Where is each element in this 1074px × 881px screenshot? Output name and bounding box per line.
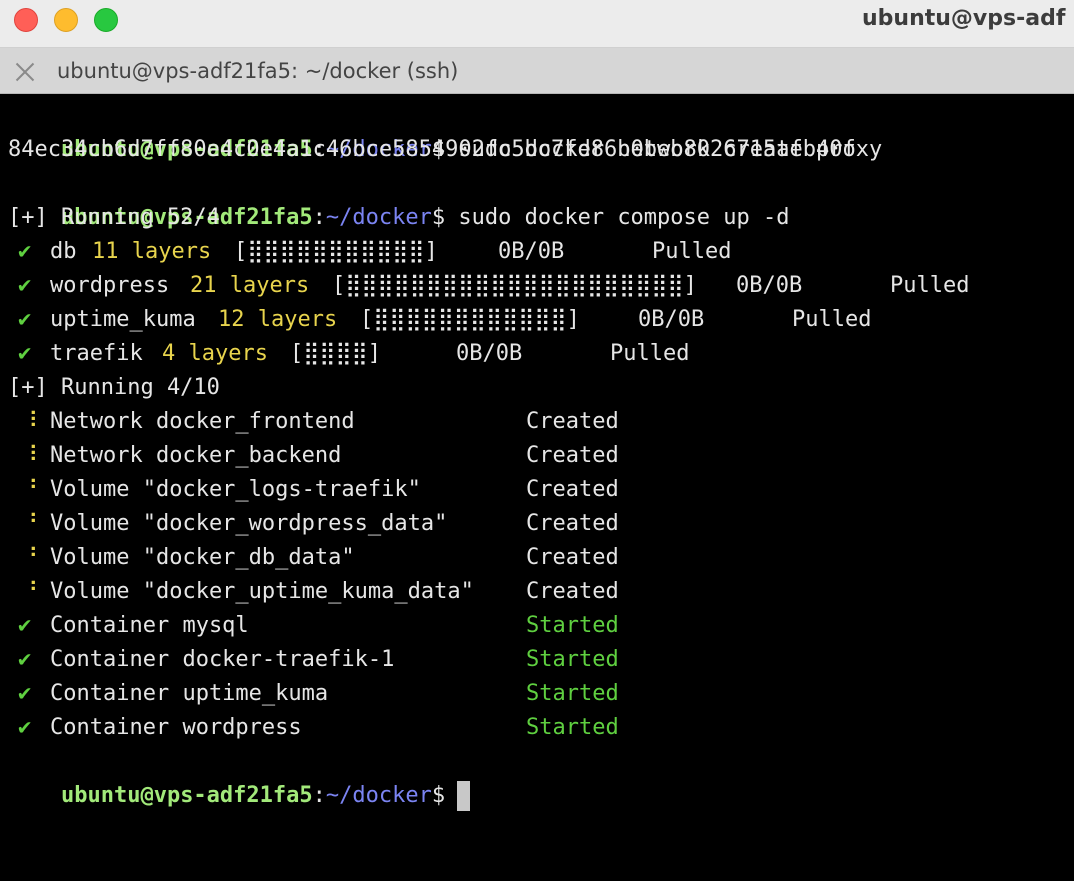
run-item-label: Volume "docker_logs-traefik" xyxy=(50,477,421,502)
pull-item-progress: [⣿⣿⣿⣿⣿⣿⣿⣿⣿⣿⣿⣿⣿⣿⣿⣿⣿⣿⣿⣿⣿] xyxy=(332,273,697,298)
run-item-label: Container uptime_kuma xyxy=(50,681,329,706)
run-item-label: Container docker-traefik-1 xyxy=(50,647,395,672)
pull-item-status: Pulled xyxy=(652,239,732,264)
pull-item-status: Pulled xyxy=(610,341,690,366)
window-title: ubuntu@vps-adf xyxy=(862,6,1066,31)
run-item-label: Volume "docker_uptime_kuma_data" xyxy=(50,579,474,604)
pull-header: [+] Running 52/4 xyxy=(8,205,220,230)
run-item: ✔ Container mysql Started xyxy=(8,609,1074,643)
tab-ssh-session[interactable]: ubuntu@vps-adf21fa5: ~/docker (ssh) xyxy=(57,59,458,83)
run-item: ⠘ Volume "docker_wordpress_data" Created xyxy=(8,507,1074,541)
title-bar: ubuntu@vps-adf xyxy=(0,0,1074,48)
pull-item-layers: 11 layers xyxy=(92,239,212,264)
run-header: [+] Running 4/10 xyxy=(8,375,220,400)
run-item-label: Container wordpress xyxy=(50,715,302,740)
run-item: ✔ Container uptime_kuma Started xyxy=(8,677,1074,711)
spinner-icon: ⠸ xyxy=(22,443,39,468)
run-item-status: Created xyxy=(526,579,619,604)
terminal-output[interactable]: ubuntu@vps-adf21fa5:~/docker$ sudo docke… xyxy=(8,99,1074,830)
spinner-icon: ⠘ xyxy=(22,545,39,570)
pull-item-layers: 21 layers xyxy=(190,273,310,298)
run-item: ⠸ Network docker_backend Created xyxy=(8,439,1074,473)
run-item-label: Network docker_backend xyxy=(50,443,342,468)
spinner-icon: ⠘ xyxy=(22,579,39,604)
run-item-label: Volume "docker_db_data" xyxy=(50,545,355,570)
check-icon: ✔ xyxy=(18,613,32,638)
pull-item-progress: [⣿⣿⣿⣿] xyxy=(290,341,381,366)
pull-item-size: 0B/0B xyxy=(638,307,705,332)
spinner-icon: ⠘ xyxy=(22,477,39,502)
check-icon: ✔ xyxy=(18,307,32,332)
pull-item-layers: 4 layers xyxy=(162,341,268,366)
pull-item-size: 0B/0B xyxy=(456,341,523,366)
run-item-status: Created xyxy=(526,443,619,468)
run-item-label: Network docker_frontend xyxy=(50,409,355,434)
pull-item-progress: [⣿⣿⣿⣿⣿⣿⣿⣿⣿⣿⣿⣿] xyxy=(360,307,580,332)
run-item: ⠸ Network docker_frontend Created xyxy=(8,405,1074,439)
zoom-window-button[interactable] xyxy=(94,8,118,32)
pull-item-name: db xyxy=(50,239,77,264)
minimize-window-button[interactable] xyxy=(54,8,78,32)
check-icon: ✔ xyxy=(18,647,32,672)
run-item-status: Created xyxy=(526,545,619,570)
prompt-line: ubuntu@vps-adf21fa5:~/docker$ sudo docke… xyxy=(60,205,790,230)
run-item-status: Started xyxy=(526,681,619,706)
terminal-cursor[interactable] xyxy=(457,781,471,811)
pull-item: ✔ uptime_kuma 12 layers [⣿⣿⣿⣿⣿⣿⣿⣿⣿⣿⣿⣿] 0… xyxy=(8,303,1074,337)
pull-item: ✔ wordpress 21 layers [⣿⣿⣿⣿⣿⣿⣿⣿⣿⣿⣿⣿⣿⣿⣿⣿⣿… xyxy=(8,269,1074,303)
spinner-icon: ⠸ xyxy=(22,409,39,434)
pull-item: ✔ db 11 layers [⣿⣿⣿⣿⣿⣿⣿⣿⣿⣿⣿] 0B/0B Pulle… xyxy=(8,235,1074,269)
run-item-label: Volume "docker_wordpress_data" xyxy=(50,511,448,536)
pull-item-layers: 12 layers xyxy=(218,307,338,332)
run-item-label: Container mysql xyxy=(50,613,249,638)
check-icon: ✔ xyxy=(18,681,32,706)
pull-item-name: traefik xyxy=(50,341,143,366)
check-icon: ✔ xyxy=(18,273,32,298)
run-item: ⠘ Volume "docker_uptime_kuma_data" Creat… xyxy=(8,575,1074,609)
command-output: 84ec34cb6d7ff80e4c0e4a1c46bce5854902fc5b… xyxy=(8,137,856,162)
pull-item-size: 0B/0B xyxy=(736,273,803,298)
prompt-line: ubuntu@vps-adf21fa5:~/docker$ xyxy=(8,745,1074,811)
check-icon: ✔ xyxy=(18,715,32,740)
prompt-line: ubuntu@vps-adf21fa5:~/docker$ sudo docke… xyxy=(60,137,883,162)
pull-item-status: Pulled xyxy=(890,273,970,298)
pull-item: ✔ traefik 4 layers [⣿⣿⣿⣿] 0B/0B Pulled xyxy=(8,337,1074,371)
run-item: ✔ Container wordpress Started xyxy=(8,711,1074,745)
tab-close-icon[interactable] xyxy=(13,60,37,84)
pull-item-name: wordpress xyxy=(50,273,170,298)
check-icon: ✔ xyxy=(18,239,32,264)
run-item-status: Created xyxy=(526,477,619,502)
pull-item-progress: [⣿⣿⣿⣿⣿⣿⣿⣿⣿⣿⣿] xyxy=(234,239,438,264)
prompt-path: ~/docker xyxy=(325,783,432,808)
run-item-status: Started xyxy=(526,613,619,638)
run-item: ✔ Container docker-traefik-1 Started xyxy=(8,643,1074,677)
pull-item-status: Pulled xyxy=(792,307,872,332)
run-item-status: Started xyxy=(526,647,619,672)
prompt-user: ubuntu@vps-adf21fa5 xyxy=(60,783,313,808)
check-icon: ✔ xyxy=(18,341,32,366)
pull-item-size: 0B/0B xyxy=(498,239,565,264)
run-item: ⠘ Volume "docker_db_data" Created xyxy=(8,541,1074,575)
spinner-icon: ⠘ xyxy=(22,511,39,536)
run-item-status: Created xyxy=(526,511,619,536)
close-window-button[interactable] xyxy=(14,8,38,32)
prompt-symbol: $ xyxy=(431,783,446,808)
pull-item-name: uptime_kuma xyxy=(50,307,196,332)
run-item-status: Created xyxy=(526,409,619,434)
run-item: ⠘ Volume "docker_logs-traefik" Created xyxy=(8,473,1074,507)
run-item-status: Started xyxy=(526,715,619,740)
